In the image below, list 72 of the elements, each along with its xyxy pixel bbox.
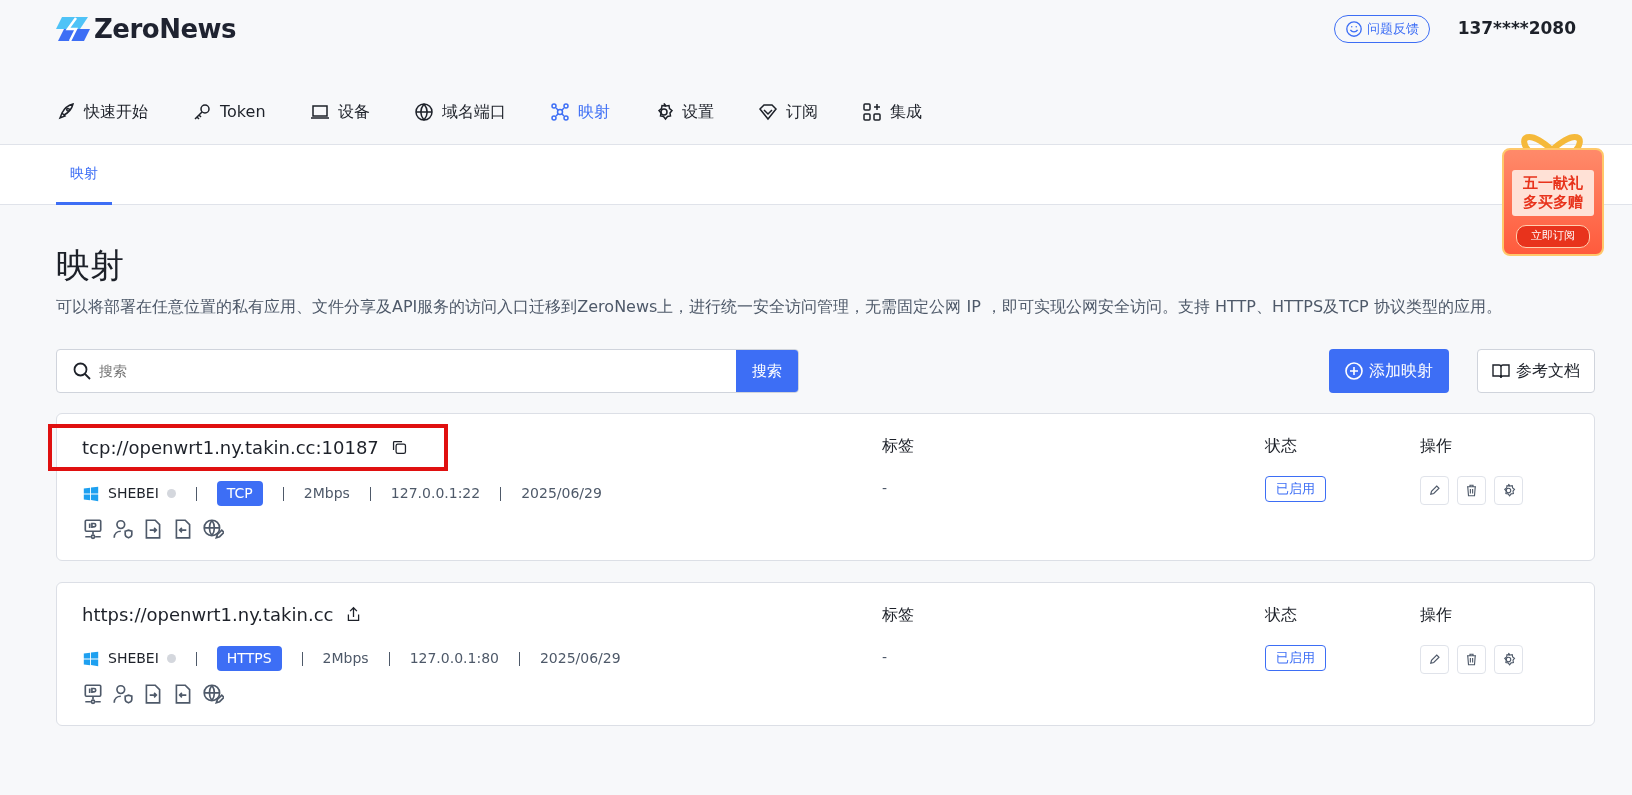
- globe-edit-icon[interactable]: [202, 518, 224, 541]
- nav-item[interactable]: 映射: [549, 100, 610, 124]
- target-address: 127.0.0.1:80: [409, 649, 499, 669]
- ip-monitor-icon[interactable]: [82, 683, 104, 706]
- search-field[interactable]: 搜索 搜索: [56, 349, 799, 394]
- user-shield-icon[interactable]: [112, 518, 134, 541]
- settings-button[interactable]: [1494, 645, 1523, 675]
- search-icon: [73, 362, 91, 381]
- mapping-address[interactable]: tcp://openwrt1.ny.takin.cc:10187: [82, 434, 379, 462]
- apps-icon: [861, 102, 882, 122]
- nodes-icon: [549, 102, 570, 122]
- globe-icon: [413, 102, 434, 122]
- nav-item[interactable]: Token: [192, 100, 266, 124]
- protocol-tag: HTTPS: [216, 646, 282, 672]
- nav-item[interactable]: 快速开始: [56, 100, 148, 124]
- column-header: 标签: [882, 435, 914, 458]
- laptop-icon: [309, 102, 330, 122]
- search-button[interactable]: 搜索: [736, 350, 798, 393]
- protocol-tag: TCP: [216, 481, 263, 507]
- account-name: 137****2080: [1457, 17, 1576, 41]
- nav-item[interactable]: 设备: [309, 100, 370, 124]
- settings-icon: [1501, 652, 1516, 668]
- book-icon: [1492, 363, 1510, 380]
- tags-value: -: [882, 648, 888, 668]
- column-header: 操作: [1420, 435, 1452, 458]
- date-text: 2025/06/29: [539, 649, 621, 669]
- delete-button[interactable]: [1457, 645, 1486, 675]
- promo-text: 多买多赠: [1522, 192, 1584, 212]
- nav-item[interactable]: 设置: [653, 100, 714, 124]
- page-title: 映射: [56, 245, 124, 286]
- key-icon: [192, 102, 212, 122]
- bandwidth-text: 2Mbps: [322, 649, 369, 669]
- column-header: 操作: [1420, 604, 1452, 627]
- copy-button[interactable]: [390, 439, 408, 457]
- page-description: 可以将部署在任意位置的私有应用、文件分享及API服务的访问入口迁移到ZeroNews上，进行统一安全访问管理，无需固定公网 IP ，即可实现公网安全访问。支持 HTTP、HTTPS及TCP 协议类型的应用。: [56, 295, 1503, 318]
- mapping-address[interactable]: https://openwrt1.ny.takin.cc: [82, 601, 334, 629]
- windows-icon: [82, 649, 100, 668]
- target-address: 127.0.0.1:22: [390, 484, 481, 504]
- docs-button[interactable]: 参考文档: [1477, 349, 1595, 394]
- promo-text: 五一献礼: [1522, 174, 1584, 193]
- column-header: 标签: [882, 604, 914, 627]
- column-header: 状态: [1265, 435, 1297, 458]
- date-text: 2025/06/29: [521, 484, 602, 504]
- column-header: 状态: [1265, 604, 1297, 627]
- delete-icon: [1464, 483, 1479, 499]
- tab[interactable]: 映射: [56, 145, 112, 205]
- logo-icon: [56, 15, 90, 43]
- nav-item[interactable]: 订阅: [757, 100, 818, 124]
- user-shield-icon[interactable]: [112, 683, 134, 706]
- nav-item[interactable]: 集成: [861, 100, 922, 124]
- add-mapping-button[interactable]: 添加映射: [1329, 349, 1449, 394]
- bandwidth-text: 2Mbps: [303, 484, 350, 504]
- device-name: SHEBEI: [108, 484, 159, 504]
- windows-icon: [82, 484, 100, 503]
- subscribe-button[interactable]: 立即订阅: [1516, 225, 1590, 248]
- delete-button[interactable]: [1457, 476, 1486, 506]
- settings-button[interactable]: [1494, 476, 1523, 506]
- edit-button[interactable]: [1420, 645, 1449, 675]
- diamond-icon: [757, 102, 778, 122]
- settings-icon: [1501, 483, 1516, 499]
- tags-value: -: [882, 479, 888, 499]
- globe-edit-icon[interactable]: [202, 683, 224, 706]
- delete-icon: [1464, 652, 1479, 668]
- logo-text: ZeroNews: [94, 12, 237, 46]
- smile-icon: [1344, 20, 1363, 38]
- status-badge: 已启用: [1265, 476, 1326, 502]
- nav-item[interactable]: 域名端口: [413, 100, 506, 124]
- edit-button[interactable]: [1420, 476, 1449, 506]
- status-badge: 已启用: [1265, 645, 1326, 671]
- device-name: SHEBEI: [108, 649, 159, 669]
- plus-circle-icon: [1345, 362, 1363, 381]
- ip-monitor-icon[interactable]: [82, 518, 104, 541]
